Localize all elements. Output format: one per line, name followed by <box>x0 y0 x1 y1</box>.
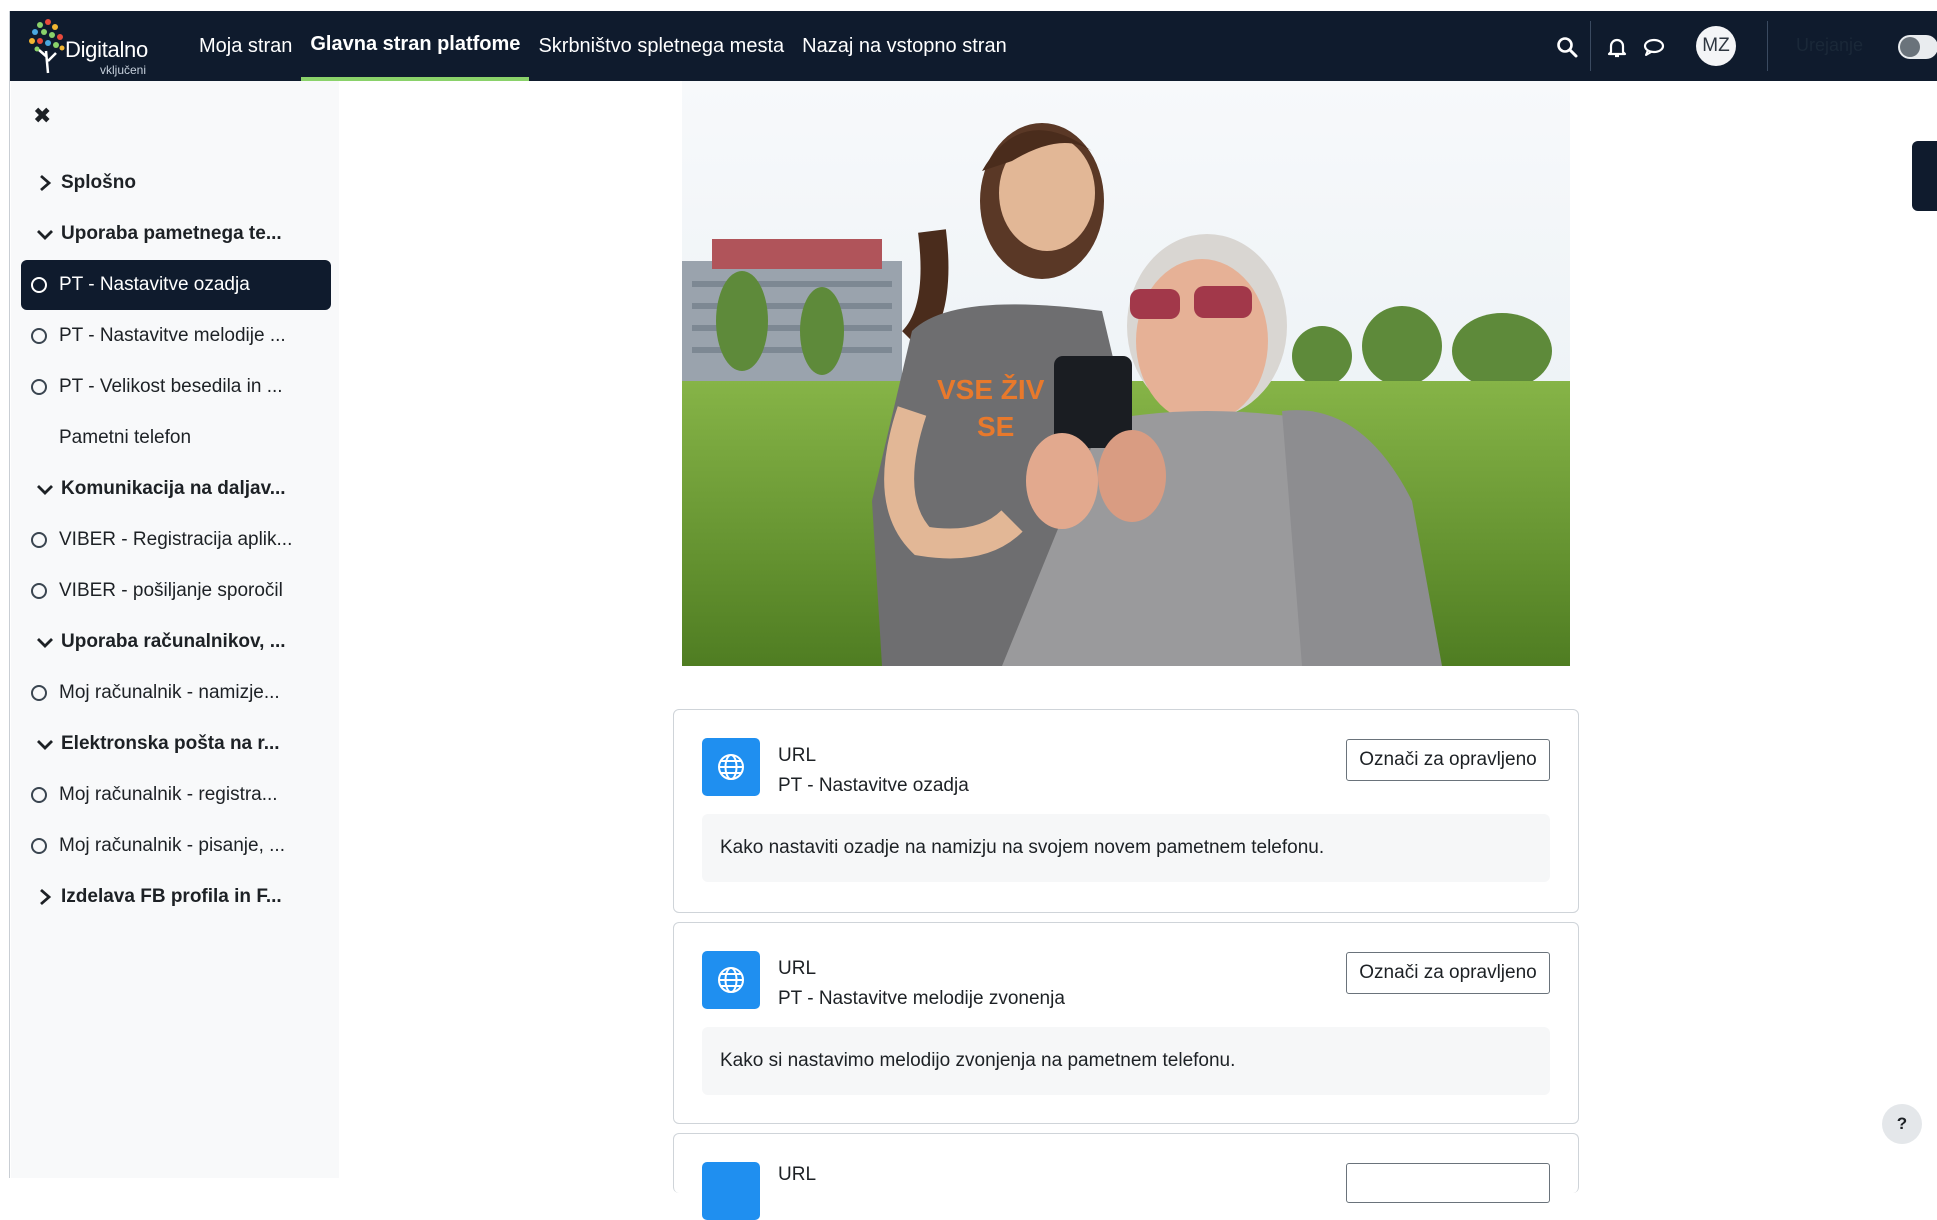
activity-title-link[interactable]: PT - Nastavitve melodije zvonenja <box>778 988 1065 1010</box>
activity-item-desktop[interactable]: Moj računalnik - namizje... <box>21 668 331 718</box>
activity-item-email-writing[interactable]: Moj računalnik - pisanje, ... <box>21 821 331 871</box>
course-section-computers[interactable]: Uporaba računalnikov, ... <box>21 617 331 667</box>
activity-title-link[interactable]: PT - Nastavitve ozadja <box>778 775 969 797</box>
hero-photo: VSE ŽIV SE <box>682 81 1570 666</box>
completion-circle-icon <box>31 328 47 344</box>
activity-card: URL <box>673 1133 1579 1220</box>
activity-description: Kako nastaviti ozadje na namizju na svoj… <box>702 814 1550 882</box>
section-label: Uporaba pametnega te... <box>61 223 282 244</box>
activity-item-wallpaper[interactable]: PT - Nastavitve ozadja <box>21 260 331 310</box>
activity-label: VIBER - pošiljanje sporočil <box>59 580 283 601</box>
block-drawer-toggle[interactable] <box>1912 141 1937 211</box>
activity-item-text-size[interactable]: PT - Velikost besedila in ... <box>21 362 331 412</box>
nav-divider <box>1767 21 1768 71</box>
edit-mode-toggle[interactable] <box>1898 35 1937 59</box>
close-icon[interactable]: ✖ <box>33 103 51 129</box>
completion-circle-icon <box>31 583 47 599</box>
course-section-smartphone[interactable]: Uporaba pametnega te... <box>21 209 331 259</box>
section-label: Splošno <box>61 172 136 193</box>
completion-circle-icon <box>31 838 47 854</box>
mark-as-done-button[interactable]: Označi za opravljeno <box>1346 952 1550 994</box>
window-left-edge <box>0 11 10 1178</box>
activity-item-email-registration[interactable]: Moj računalnik - registra... <box>21 770 331 820</box>
chevron-right-icon[interactable] <box>29 888 61 906</box>
activity-label: PT - Nastavitve melodije ... <box>59 325 286 346</box>
nav-my-page[interactable]: Moja stran <box>190 11 301 81</box>
completion-circle-icon <box>31 379 47 395</box>
course-section-remote-communication[interactable]: Komunikacija na daljav... <box>21 464 331 514</box>
completion-circle-icon <box>31 532 47 548</box>
activity-type-label: URL <box>778 958 817 979</box>
logo-text: Digitalno <box>65 37 148 62</box>
nav-site-admin[interactable]: Skrbništvo spletnega mesta <box>529 11 793 81</box>
course-section-email[interactable]: Elektronska pošta na r... <box>21 719 331 769</box>
nav-back-to-entry[interactable]: Nazaj na vstopno stran <box>793 11 1016 81</box>
globe-icon[interactable] <box>702 1162 760 1220</box>
activity-label: Moj računalnik - pisanje, ... <box>59 835 285 856</box>
bell-icon[interactable] <box>1605 35 1629 59</box>
user-avatar[interactable]: MZ <box>1696 26 1736 66</box>
logo-tree-icon <box>29 19 65 74</box>
site-logo[interactable]: Digitalno vključeni <box>28 17 158 79</box>
top-navbar: Digitalno vključeni Moja stran Glavna st… <box>10 11 1937 81</box>
course-section-facebook[interactable]: Izdelava FB profila in F... <box>21 872 331 922</box>
globe-icon[interactable] <box>702 738 760 796</box>
activity-label: PT - Velikost besedila in ... <box>59 376 283 397</box>
activity-card: URL PT - Nastavitve ozadja Označi za opr… <box>673 709 1579 913</box>
activity-item-smartphone[interactable]: Pametni telefon <box>21 413 331 463</box>
completion-circle-icon <box>31 277 47 293</box>
activity-description: Kako si nastavimo melodijo zvonjenja na … <box>702 1027 1550 1095</box>
activity-label: Moj računalnik - registra... <box>59 784 278 805</box>
chevron-down-icon[interactable] <box>29 482 61 496</box>
mark-as-done-button[interactable] <box>1346 1163 1550 1203</box>
activity-item-ringtone[interactable]: PT - Nastavitve melodije ... <box>21 311 331 361</box>
search-icon[interactable] <box>1555 35 1579 59</box>
activity-label: Pametni telefon <box>59 427 192 448</box>
chevron-down-icon[interactable] <box>29 737 61 751</box>
primary-nav: Moja stran Glavna stran platfome Skrbniš… <box>190 11 1016 81</box>
course-index-drawer: ✖ Splošno Uporaba pametnega te... PT - N… <box>11 81 339 1178</box>
completion-circle-icon <box>31 685 47 701</box>
shirt-text-line-2: SE <box>977 411 1014 442</box>
nav-platform-home[interactable]: Glavna stran platfome <box>301 11 530 81</box>
activity-label: PT - Nastavitve ozadja <box>59 274 250 295</box>
course-section-general[interactable]: Splošno <box>21 158 331 208</box>
logo-subtext: vključeni <box>100 63 147 77</box>
nav-divider <box>1590 21 1591 71</box>
chevron-down-icon[interactable] <box>29 635 61 649</box>
globe-icon[interactable] <box>702 951 760 1009</box>
chevron-down-icon[interactable] <box>29 227 61 241</box>
activity-item-viber-messages[interactable]: VIBER - pošiljanje sporočil <box>21 566 331 616</box>
section-label: Izdelava FB profila in F... <box>61 886 282 907</box>
activity-item-viber-registration[interactable]: VIBER - Registracija aplik... <box>21 515 331 565</box>
chat-icon[interactable] <box>1642 35 1666 59</box>
help-button[interactable]: ? <box>1882 1104 1922 1144</box>
section-label: Komunikacija na daljav... <box>61 478 286 499</box>
course-hero-image: VSE ŽIV SE <box>682 81 1570 666</box>
section-label: Uporaba računalnikov, ... <box>61 631 286 652</box>
completion-circle-icon <box>31 787 47 803</box>
activity-label: VIBER - Registracija aplik... <box>59 529 293 550</box>
activity-card: URL PT - Nastavitve melodije zvonenja Oz… <box>673 922 1579 1124</box>
shirt-text-line-1: VSE ŽIV <box>937 374 1045 405</box>
chevron-right-icon[interactable] <box>29 174 61 192</box>
window-top-edge <box>0 0 1937 11</box>
mark-as-done-button[interactable]: Označi za opravljeno <box>1346 739 1550 781</box>
toggle-knob <box>1900 37 1920 57</box>
activity-label: Moj računalnik - namizje... <box>59 682 280 703</box>
activity-type-label: URL <box>778 745 817 766</box>
activity-type-label: URL <box>778 1164 817 1185</box>
section-label: Elektronska pošta na r... <box>61 733 280 754</box>
edit-mode-label: Urejanje <box>1796 35 1864 55</box>
